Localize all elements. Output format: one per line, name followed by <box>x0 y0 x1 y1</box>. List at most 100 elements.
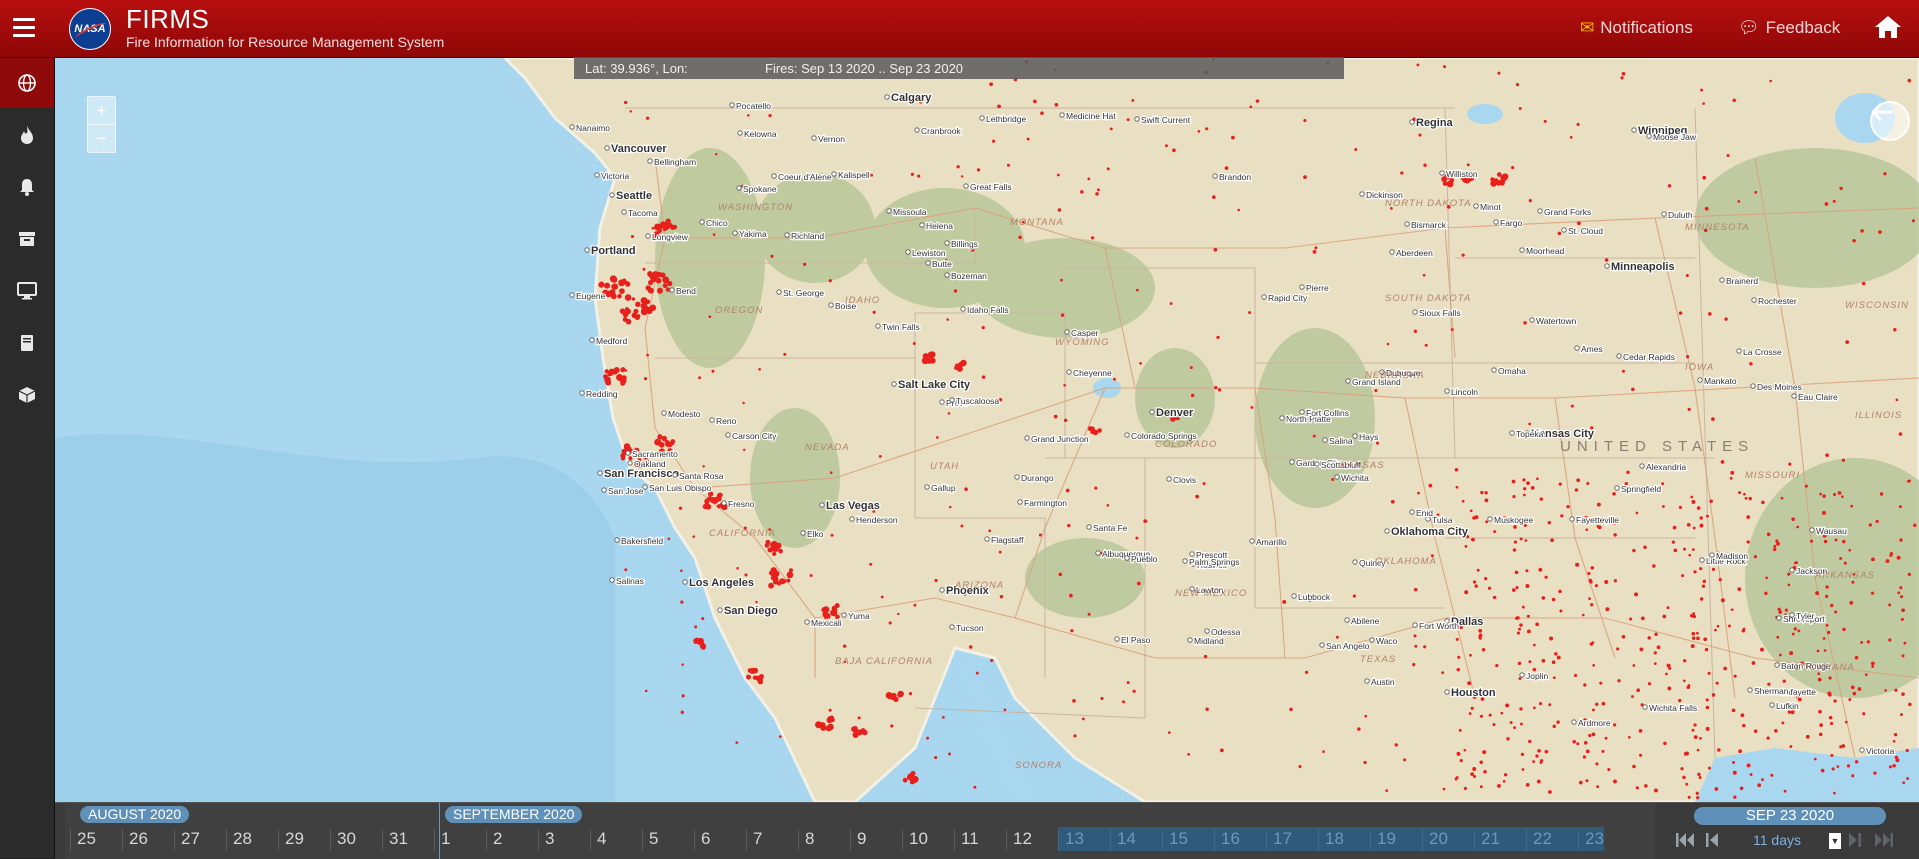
fire-detection-point[interactable] <box>1585 749 1590 754</box>
fire-detection-point[interactable] <box>1888 638 1892 642</box>
fire-detection-point[interactable] <box>667 448 673 454</box>
fire-detection-point[interactable] <box>655 223 662 230</box>
fire-detection-point[interactable] <box>1852 238 1856 243</box>
fire-detection-point[interactable] <box>1417 491 1420 495</box>
fire-detection-point[interactable] <box>1469 653 1472 657</box>
fire-detection-point[interactable] <box>1667 184 1672 188</box>
fire-detection-point[interactable] <box>878 454 882 458</box>
fire-detection-point[interactable] <box>1779 653 1782 657</box>
fire-detection-point[interactable] <box>1539 497 1544 501</box>
fire-detection-point[interactable] <box>656 287 663 294</box>
fire-detection-point[interactable] <box>910 172 915 176</box>
fire-detection-point[interactable] <box>1481 647 1486 652</box>
timeline-day[interactable]: 30 <box>330 829 382 851</box>
fire-detection-point[interactable] <box>1390 207 1393 210</box>
fire-detection-point[interactable] <box>647 272 653 277</box>
fire-detection-point[interactable] <box>1472 516 1476 520</box>
fire-detection-point[interactable] <box>1021 220 1025 224</box>
fire-detection-point[interactable] <box>1707 312 1712 316</box>
fire-detection-point[interactable] <box>1793 627 1797 631</box>
fire-detection-point[interactable] <box>1757 783 1762 788</box>
fire-detection-point[interactable] <box>1823 539 1828 544</box>
fire-detection-point[interactable] <box>613 367 620 374</box>
sidebar-item-tools[interactable] <box>0 370 54 420</box>
fire-detection-point[interactable] <box>1839 186 1843 191</box>
fire-detection-point[interactable] <box>1875 519 1879 523</box>
fire-detection-point[interactable] <box>1455 637 1459 641</box>
home-icon[interactable] <box>1873 14 1903 40</box>
fire-detection-point[interactable] <box>1073 734 1077 738</box>
fire-detection-point[interactable] <box>992 139 996 143</box>
fire-detection-point[interactable] <box>1888 765 1892 769</box>
fire-detection-point[interactable] <box>1249 105 1253 109</box>
fire-detection-point[interactable] <box>620 456 626 461</box>
fire-detection-point[interactable] <box>815 721 822 729</box>
fire-detection-point[interactable] <box>1870 557 1875 562</box>
fire-detection-point[interactable] <box>1804 484 1808 488</box>
fire-detection-point[interactable] <box>964 487 968 491</box>
timeline-day[interactable]: 20 <box>1422 829 1474 851</box>
fire-detection-point[interactable] <box>1888 603 1892 607</box>
fire-detection-point[interactable] <box>768 582 775 589</box>
fire-detection-point[interactable] <box>1692 612 1696 616</box>
fire-detection-point[interactable] <box>1715 681 1719 685</box>
fire-detection-point[interactable] <box>1528 739 1532 744</box>
fire-detection-point[interactable] <box>1898 432 1903 436</box>
fire-detection-point[interactable] <box>953 289 958 293</box>
hamburger-menu-icon[interactable] <box>13 18 35 38</box>
fire-detection-point[interactable] <box>1636 688 1641 693</box>
fire-detection-point[interactable] <box>1514 570 1519 575</box>
fire-detection-point[interactable] <box>1100 696 1104 701</box>
fire-detection-point[interactable] <box>1825 585 1829 589</box>
fire-detection-point[interactable] <box>1106 167 1110 171</box>
fire-detection-point[interactable] <box>1587 571 1591 575</box>
timeline-day[interactable]: 3 <box>538 829 590 851</box>
fire-detection-point[interactable] <box>770 575 775 580</box>
fire-detection-point[interactable] <box>1841 744 1846 748</box>
fire-detection-point[interactable] <box>610 276 618 283</box>
fire-detection-point[interactable] <box>830 533 834 537</box>
fire-detection-point[interactable] <box>947 412 951 415</box>
fire-detection-point[interactable] <box>1787 710 1792 714</box>
fire-detection-point[interactable] <box>1831 767 1835 771</box>
fire-detection-point[interactable] <box>1848 698 1852 702</box>
fire-detection-point[interactable] <box>1478 629 1483 633</box>
fire-detection-point[interactable] <box>1216 335 1220 339</box>
fire-detection-point[interactable] <box>1521 605 1525 609</box>
fire-detection-point[interactable] <box>1095 192 1099 196</box>
fire-detection-point[interactable] <box>1094 486 1098 490</box>
fire-detection-point[interactable] <box>694 625 698 629</box>
fire-detection-point[interactable] <box>651 226 655 230</box>
fire-detection-point[interactable] <box>1547 520 1552 525</box>
fire-detection-point[interactable] <box>1414 644 1418 648</box>
fire-detection-point[interactable] <box>970 247 975 252</box>
fire-detection-point[interactable] <box>1464 616 1469 621</box>
fire-detection-point[interactable] <box>1730 608 1734 612</box>
fire-detection-point[interactable] <box>924 213 929 217</box>
fire-detection-point[interactable] <box>1901 654 1905 658</box>
fire-detection-point[interactable] <box>628 456 633 461</box>
nasa-logo[interactable]: NASA <box>69 8 111 50</box>
fire-detection-point[interactable] <box>1702 175 1707 180</box>
fire-detection-point[interactable] <box>1505 703 1510 708</box>
fire-detection-point[interactable] <box>956 165 960 169</box>
timeline-day[interactable]: 9 <box>850 829 902 851</box>
fire-detection-point[interactable] <box>1898 505 1902 509</box>
fire-detection-point[interactable] <box>1480 697 1485 701</box>
fire-detection-point[interactable] <box>1516 616 1520 620</box>
fire-detection-point[interactable] <box>1696 506 1701 510</box>
fire-detection-point[interactable] <box>1769 79 1773 83</box>
fire-detection-point[interactable] <box>1699 567 1703 571</box>
fire-detection-point[interactable] <box>1899 538 1903 542</box>
fire-detection-point[interactable] <box>1647 682 1652 686</box>
fire-detection-point[interactable] <box>1197 130 1201 133</box>
fire-detection-point[interactable] <box>1815 591 1820 596</box>
fire-detection-point[interactable] <box>1552 676 1556 680</box>
fire-detection-point[interactable] <box>647 279 654 286</box>
fire-detection-point[interactable] <box>1220 748 1224 753</box>
fire-detection-point[interactable] <box>767 547 773 553</box>
fire-detection-point[interactable] <box>678 506 683 510</box>
fire-detection-point[interactable] <box>1552 724 1556 729</box>
fire-detection-point[interactable] <box>786 578 791 583</box>
fire-detection-point[interactable] <box>1617 679 1621 683</box>
